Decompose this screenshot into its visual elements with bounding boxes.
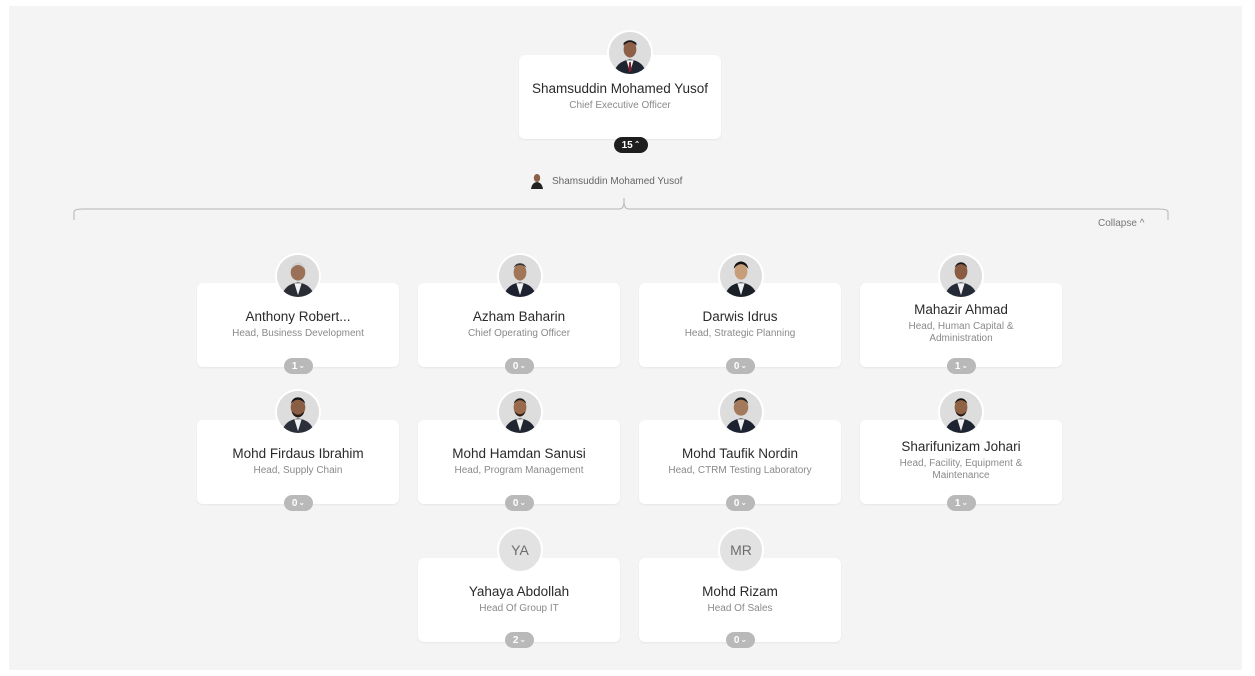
manager-label: Shamsuddin Mohamed Yusof: [530, 173, 682, 189]
reports-count: 15: [621, 139, 633, 151]
chevron-down-icon: ⌄: [298, 361, 306, 370]
person-name: Mohd Firdaus Ibrahim: [232, 446, 364, 461]
chevron-down-icon: ⌄: [961, 361, 969, 370]
person-title: Head Of Group IT: [479, 603, 559, 614]
person-name: Darwis Idrus: [702, 309, 778, 324]
person-name: Mahazir Ahmad: [914, 302, 1008, 317]
reports-count-toggle[interactable]: 2 ⌄: [505, 632, 534, 648]
reports-count-toggle[interactable]: 0 ⌄: [284, 495, 313, 511]
reports-count: 1: [954, 497, 961, 509]
reports-count-toggle[interactable]: 1 ⌄: [947, 358, 976, 374]
chevron-down-icon: ⌄: [740, 498, 748, 507]
chevron-down-icon: ⌄: [740, 635, 748, 644]
reports-count-toggle[interactable]: 1 ⌄: [947, 495, 976, 511]
report-avatar: [718, 389, 764, 435]
person-title: Head, Facility, Equipment & Maintenance: [899, 458, 1023, 481]
reports-count: 0: [291, 497, 298, 509]
person-photo-icon: [277, 391, 319, 433]
reports-count: 0: [512, 360, 519, 372]
collapse-button[interactable]: Collapse ^: [1098, 218, 1144, 229]
person-photo-icon: [940, 391, 982, 433]
person-name: Yahaya Abdollah: [468, 584, 570, 599]
reports-count-toggle[interactable]: 1 ⌄: [284, 358, 313, 374]
reports-count-toggle[interactable]: 0 ⌄: [505, 358, 534, 374]
person-title: Head, CTRM Testing Laboratory: [668, 465, 812, 476]
person-title: Chief Executive Officer: [569, 100, 671, 111]
person-name: Mohd Taufik Nordin: [681, 446, 799, 461]
person-title: Head, Supply Chain: [253, 465, 343, 476]
person-name: Shamsuddin Mohamed Yusof: [531, 81, 709, 96]
reports-count: 1: [291, 360, 298, 372]
initials-avatar: YA: [497, 527, 543, 573]
report-avatar: [938, 389, 984, 435]
person-name: Anthony Robert...: [245, 309, 351, 324]
reports-count-toggle[interactable]: 0 ⌄: [726, 495, 755, 511]
person-title: Head, Program Management: [454, 465, 584, 476]
reports-count: 2: [512, 634, 519, 646]
chevron-down-icon: ⌄: [298, 498, 306, 507]
reports-count: 1: [954, 360, 961, 372]
hierarchy-connector: [73, 198, 1169, 220]
manager-name: Shamsuddin Mohamed Yusof: [552, 175, 683, 187]
report-avatar: [938, 253, 984, 299]
report-avatar: [275, 389, 321, 435]
reports-count-toggle[interactable]: 0 ⌄: [726, 358, 755, 374]
report-avatar: [497, 389, 543, 435]
chevron-down-icon: ⌄: [740, 361, 748, 370]
person-photo-icon: [277, 255, 319, 297]
person-photo-icon: [499, 391, 541, 433]
report-avatar: [497, 253, 543, 299]
reports-count-toggle[interactable]: 0 ⌄: [726, 632, 755, 648]
person-name: Mohd Rizam: [702, 584, 778, 599]
person-title: Head Of Sales: [707, 603, 773, 614]
person-title: Head, Human Capital & Administration: [908, 321, 1014, 344]
report-avatar: [718, 253, 764, 299]
chevron-down-icon: ⌄: [519, 361, 527, 370]
person-photo-icon: [720, 255, 762, 297]
chevron-down-icon: ⌄: [961, 498, 969, 507]
person-photo-icon: [609, 32, 651, 74]
reports-count-toggle[interactable]: 15 ⌃: [614, 137, 648, 153]
person-name: Mohd Hamdan Sanusi: [452, 446, 586, 461]
report-avatar: [275, 253, 321, 299]
person-name: Sharifunizam Johari: [901, 439, 1021, 454]
person-title: Head, Strategic Planning: [684, 328, 796, 339]
person-mini-icon: [531, 174, 543, 189]
reports-count: 0: [733, 360, 740, 372]
chevron-down-icon: ⌄: [519, 635, 527, 644]
person-photo-icon: [499, 255, 541, 297]
reports-count: 0: [733, 497, 740, 509]
chevron-up-icon: ⌃: [633, 140, 641, 149]
person-photo-icon: [940, 255, 982, 297]
chevron-down-icon: ⌄: [519, 498, 527, 507]
reports-count-toggle[interactable]: 0 ⌄: [505, 495, 534, 511]
person-name: Azham Baharin: [472, 309, 566, 324]
person-title: Chief Operating Officer: [467, 328, 571, 339]
reports-count: 0: [512, 497, 519, 509]
ceo-avatar: [607, 30, 653, 76]
initials-avatar: MR: [718, 527, 764, 573]
reports-count: 0: [733, 634, 740, 646]
person-title: Head, Business Development: [232, 328, 364, 339]
person-photo-icon: [720, 391, 762, 433]
